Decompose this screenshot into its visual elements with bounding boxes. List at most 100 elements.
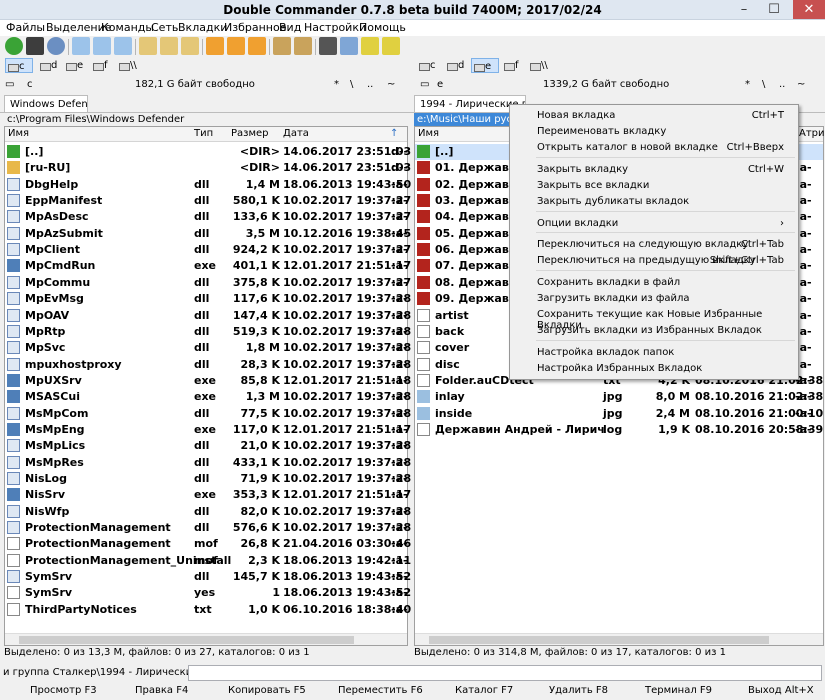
right-drive-f[interactable]: f [502, 58, 526, 73]
table-row[interactable]: ProtectionManagement_Uninstall mof 2,3 K 18… [5, 553, 411, 569]
right-nav-backslash[interactable]: \ [762, 79, 765, 90]
delete-f8-button[interactable]: Удалить F8 [549, 685, 608, 696]
copy-f5-button[interactable]: Копировать F5 [228, 685, 306, 696]
table-row[interactable]: MpClient dll 924,2 K 10.02.2017 19:37:27 -a-… [5, 242, 411, 258]
unselect-all-icon[interactable] [227, 37, 245, 55]
table-row[interactable]: MsMpComdll77,5 K10.02.2017 19:37:28-a---… [5, 406, 411, 422]
menu-help[interactable]: Помощь [359, 21, 406, 34]
compare-icon[interactable] [382, 37, 400, 55]
right-drive-d[interactable]: d [445, 58, 469, 73]
menu-favorites[interactable]: Избранное [224, 21, 286, 34]
table-row[interactable]: MpAzSubmit dll 3,5 M 10.12.2016 19:38:45 -a-… [5, 226, 411, 242]
pack-files-icon[interactable] [273, 37, 291, 55]
table-row[interactable]: [..]<DIR>14.06.2017 23:51:03d----- [5, 144, 411, 160]
table-row[interactable]: MpAsDesc dll 133,6 K 10.02.2017 19:37:27 -a-… [5, 209, 411, 225]
table-row[interactable]: MsMpResdll433,1 K10.02.2017 19:37:28-a--… [5, 455, 411, 471]
table-row[interactable]: NisSrvexe353,3 K12.01.2017 21:51:17-a---… [5, 487, 411, 503]
edit-f4-button[interactable]: Правка F4 [135, 685, 188, 696]
table-row[interactable]: MpCmdRun exe 401,1 K 12.01.2017 21:51:17 -a-… [5, 258, 411, 274]
view-f3-button[interactable]: Просмотр F3 [30, 685, 97, 696]
search-icon[interactable] [319, 37, 337, 55]
right-nav-up[interactable]: .. [779, 79, 785, 90]
right-hscrollbar[interactable] [415, 633, 823, 645]
menu-item[interactable]: Открыть каталог в новой вкладке Ctrl+Ввер… [510, 140, 798, 156]
table-row[interactable]: NisLogdll71,9 K10.02.2017 19:37:28-a---- [5, 471, 411, 487]
left-drive-e[interactable]: e [64, 58, 88, 73]
right-nav-root[interactable]: * [745, 79, 750, 90]
sync-dirs-icon[interactable] [361, 37, 379, 55]
left-nav-up[interactable]: .. [367, 79, 373, 90]
exit-button[interactable]: Выход Alt+X [748, 685, 814, 696]
left-col-size[interactable]: Размер [231, 128, 269, 139]
left-tab[interactable]: Windows Defender [4, 95, 88, 113]
columns-view-icon[interactable] [93, 37, 111, 55]
right-current-drive[interactable]: e [437, 79, 443, 90]
left-drive-network[interactable]: \\ [117, 58, 141, 73]
close-button[interactable]: ✕ [793, 0, 825, 19]
terminal-f9-button[interactable]: Терминал F9 [645, 685, 712, 696]
menu-item[interactable]: Закрыть все вкладки [510, 178, 798, 194]
left-hscrollbar[interactable] [5, 633, 407, 645]
menu-item[interactable]: Переключиться на предыдущую вкладку Shift… [510, 253, 798, 269]
command-input[interactable] [188, 665, 822, 681]
thumbnails-view-icon[interactable] [114, 37, 132, 55]
minimize-button[interactable]: – [730, 0, 758, 19]
move-path-icon[interactable] [181, 37, 199, 55]
left-drive-c[interactable]: c [5, 58, 33, 73]
right-col-attr[interactable]: Атри [799, 128, 825, 139]
left-nav-root[interactable]: * [334, 79, 339, 90]
menu-item[interactable]: Опции вкладки › [510, 216, 798, 232]
menu-settings[interactable]: Настройки [304, 21, 366, 34]
menu-item[interactable]: Сохранить текущие как Новые Избранные Вк… [510, 307, 798, 331]
left-nav-backslash[interactable]: \ [350, 79, 353, 90]
menu-network[interactable]: Сеть [151, 21, 178, 34]
right-col-name[interactable]: Имя [418, 128, 439, 139]
settings-icon[interactable] [47, 37, 65, 55]
right-nav-home[interactable]: ~ [797, 79, 805, 90]
table-row[interactable]: NisWfpdll82,0 K10.02.2017 19:37:28-a---- [5, 504, 411, 520]
table-row[interactable]: SymSrvdll145,7 K18.06.2013 19:43:52-a---… [5, 569, 411, 585]
table-row[interactable]: mpuxhostproxy dll 28,3 K 10.02.2017 19:37:2… [5, 357, 411, 373]
right-scroll-thumb[interactable] [429, 636, 769, 644]
menu-item[interactable]: Переключиться на следующую вкладку Ctrl+T… [510, 237, 798, 253]
menu-item[interactable]: Настройка вкладок папок [510, 345, 798, 361]
left-path[interactable]: c:\Program Files\Windows Defender [4, 113, 408, 127]
table-row[interactable]: inside jpg 2,4 M 08.10.2016 21:00:10 -a- [415, 406, 823, 422]
menu-commands[interactable]: Команды [101, 21, 154, 34]
menu-tabs[interactable]: Вкладки [178, 21, 227, 34]
menu-item[interactable]: Закрыть вкладку Ctrl+W [510, 162, 798, 178]
right-drive-icon[interactable]: ▭ [420, 79, 429, 90]
table-row[interactable]: MSASCuiexe1,3 M10.02.2017 19:37:28-a---- [5, 389, 411, 405]
menu-item[interactable]: Загрузить вкладки из Избранных Вкладок [510, 323, 798, 339]
menu-item[interactable]: Загрузить вкладки из файла [510, 291, 798, 307]
left-drive-d[interactable]: d [38, 58, 62, 73]
flat-view-icon[interactable] [139, 37, 157, 55]
left-drive-icon[interactable]: ▭ [5, 79, 14, 90]
table-row[interactable]: MpSvcdll1,8 M10.02.2017 19:37:28-a---- [5, 340, 411, 356]
multi-rename-icon[interactable] [340, 37, 358, 55]
table-row[interactable]: EppManifest dll 580,1 K 10.02.2017 19:37:27… [5, 193, 411, 209]
table-row[interactable]: MpCommudll375,8 K10.02.2017 19:37:27-a--… [5, 275, 411, 291]
brief-view-icon[interactable] [72, 37, 90, 55]
left-drive-f[interactable]: f [91, 58, 115, 73]
menu-item[interactable]: Закрыть дубликаты вкладок [510, 194, 798, 210]
table-row[interactable]: ThirdPartyNotices txt 1,0 K 06.10.2016 18:3… [5, 602, 411, 618]
left-file-panel[interactable]: Имя Тип Размер Дата ↑ [..] <DIR> 14.06.201… [4, 126, 411, 646]
table-row[interactable]: ProtectionManagement dll 576,6 K 10.02.2017… [5, 520, 411, 536]
menu-item[interactable]: Сохранить вкладки в файл [510, 275, 798, 291]
left-nav-home[interactable]: ~ [387, 79, 395, 90]
maximize-button[interactable]: ☐ [760, 0, 788, 19]
copy-path-icon[interactable] [160, 37, 178, 55]
table-row[interactable]: SymSrvyes118.06.2013 19:43:52-a---- [5, 585, 411, 601]
menu-item[interactable]: Переименовать вкладку [510, 124, 798, 140]
terminal-icon[interactable] [26, 37, 44, 55]
menu-files[interactable]: Файлы [6, 21, 45, 34]
table-row[interactable]: MsMpLicsdll21,0 K10.02.2017 19:37:28-a--… [5, 438, 411, 454]
table-row[interactable]: ProtectionManagement mof 26,8 K 21.04.2016 … [5, 536, 411, 552]
table-row[interactable]: MpUXSrvexe85,8 K12.01.2017 21:51:18-a---… [5, 373, 411, 389]
table-row[interactable]: inlay jpg 8,0 M 08.10.2016 21:02:38 -a- [415, 389, 823, 405]
left-scroll-thumb[interactable] [19, 636, 354, 644]
mkdir-f7-button[interactable]: Каталог F7 [455, 685, 513, 696]
table-row[interactable]: MpOAVdll147,4 K10.02.2017 19:37:28-a---- [5, 308, 411, 324]
left-col-name[interactable]: Имя [8, 128, 29, 139]
